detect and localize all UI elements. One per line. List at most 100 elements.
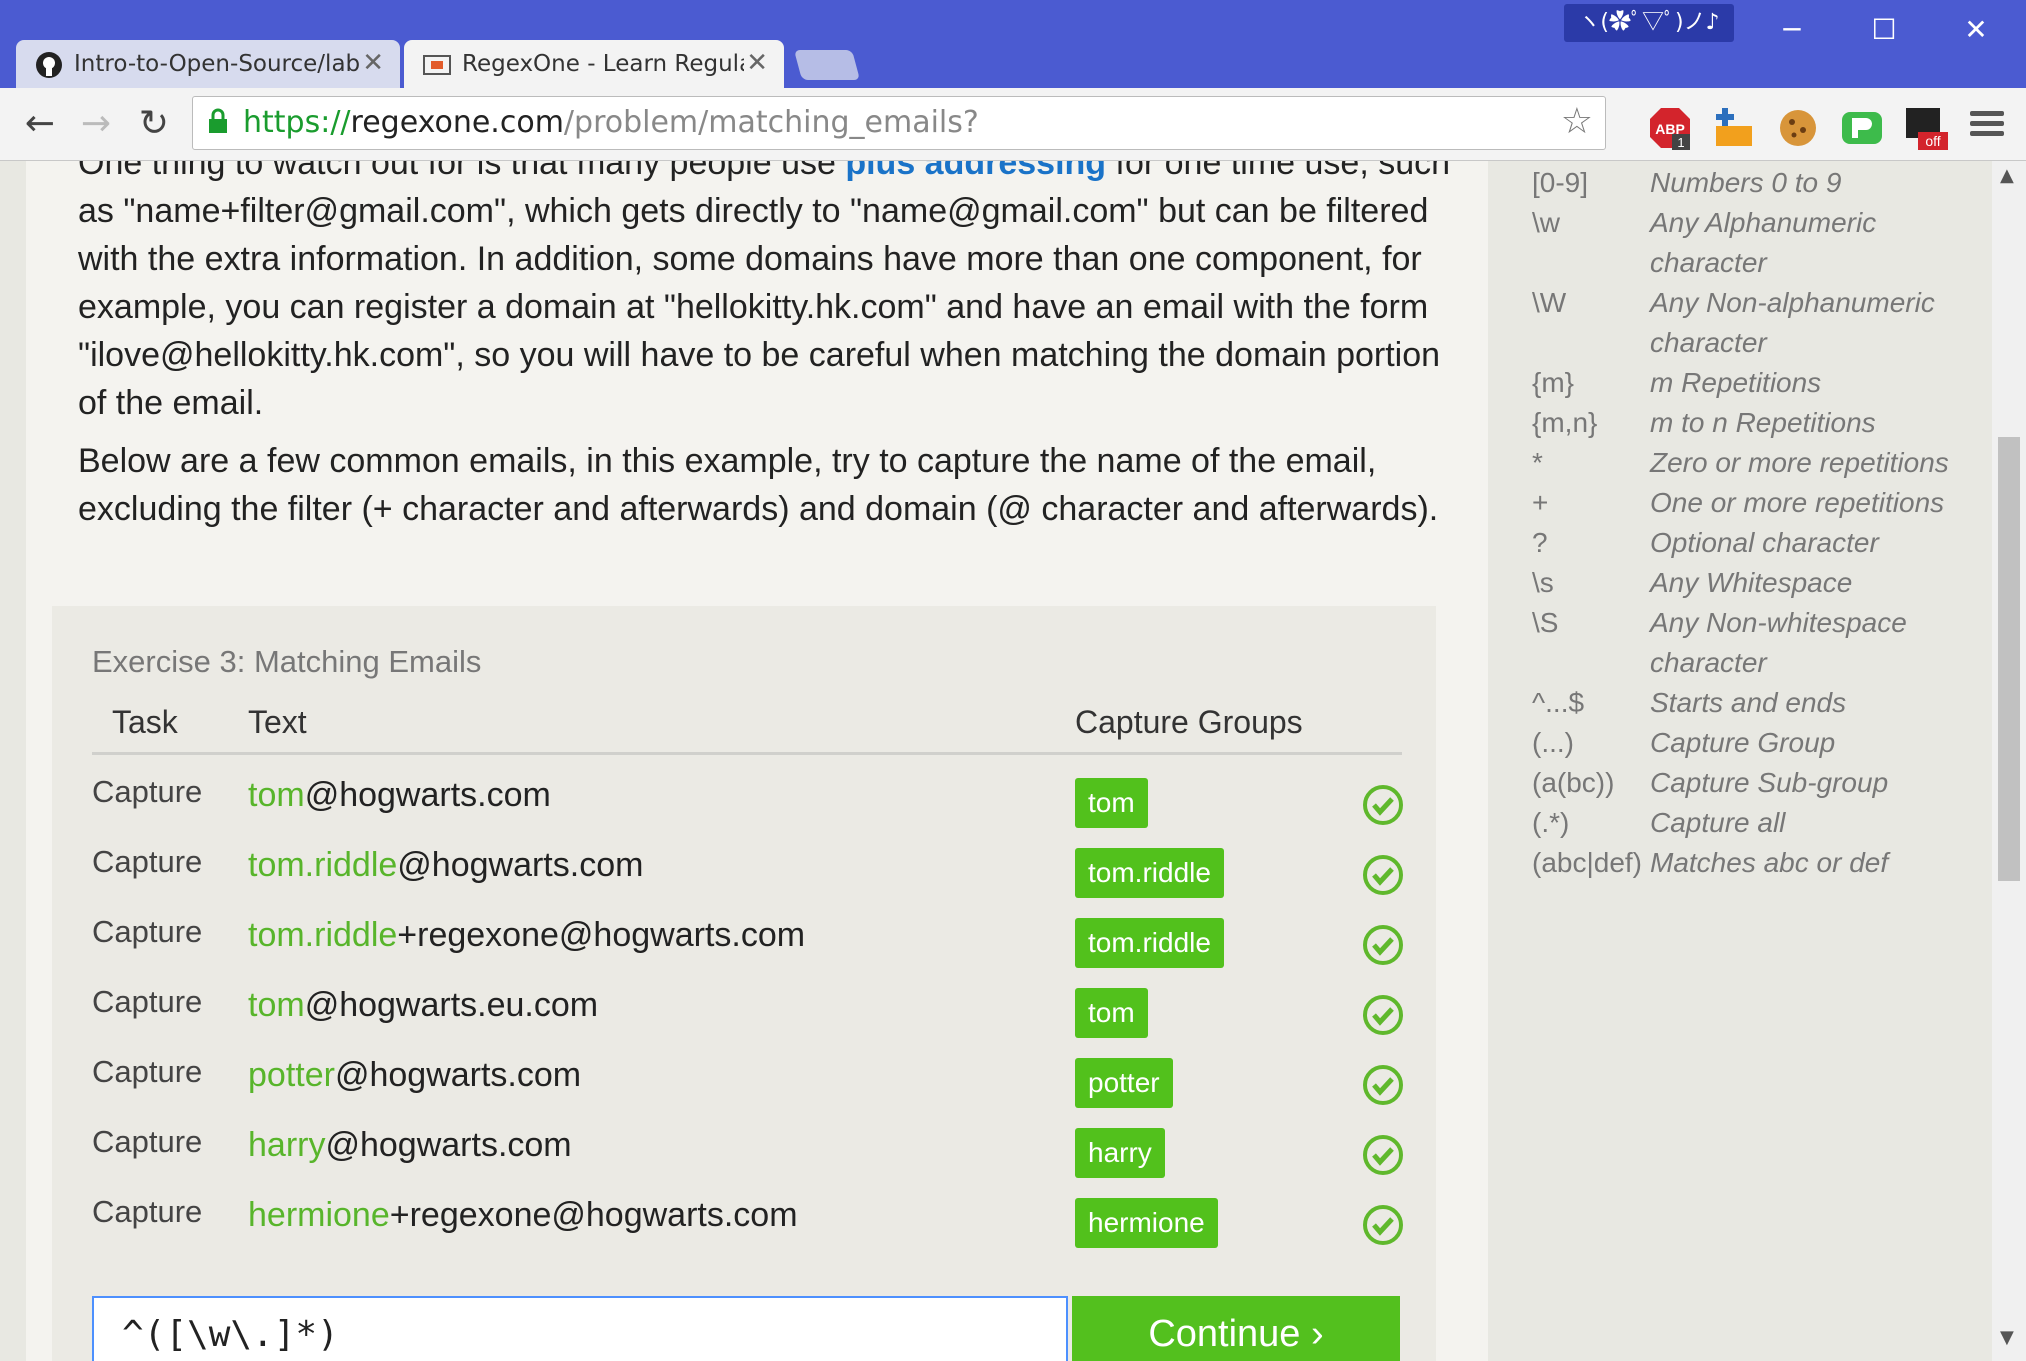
- unmatched-text: +regexone@hogwarts.com: [397, 916, 806, 954]
- cheatsheet-desc: Capture all: [1650, 807, 1786, 838]
- cookie-icon[interactable]: [1776, 106, 1820, 150]
- capture-group-badge: tom: [1075, 778, 1148, 828]
- cheatsheet-key: ^...$: [1532, 687, 1585, 718]
- back-button[interactable]: ←: [18, 102, 62, 146]
- row-text: tom@hogwarts.eu.com: [248, 986, 598, 1025]
- cheatsheet-desc: Matches abc or def: [1650, 847, 1889, 878]
- capture-group-badge: potter: [1075, 1058, 1173, 1108]
- forward-button[interactable]: →: [74, 102, 118, 146]
- new-tab-button[interactable]: [793, 50, 861, 80]
- task-label: Capture: [92, 774, 203, 809]
- minimize-button[interactable]: ─: [1762, 8, 1822, 52]
- exercise-panel: Exercise 3: Matching Emails Task Text Ca…: [52, 606, 1436, 1361]
- lesson-article: One thing to watch out for is that many …: [26, 161, 1488, 1361]
- paragraph-text: One thing to watch out for is that many …: [78, 161, 846, 182]
- task-label: Capture: [92, 1124, 203, 1159]
- task-label: Capture: [92, 1054, 203, 1089]
- scrollbar-thumb[interactable]: [1998, 437, 2020, 881]
- close-tab-icon[interactable]: ✕: [746, 48, 768, 78]
- cheatsheet-desc: Any Non-whitespace character: [1650, 607, 1907, 678]
- adblock-plus-icon[interactable]: ABP 1: [1648, 106, 1692, 150]
- matched-text: hermione: [248, 1196, 390, 1234]
- cheatsheet-desc: m Repetitions: [1650, 367, 1822, 398]
- cheatsheet-desc: One or more repetitions: [1650, 487, 1945, 518]
- matched-text: harry: [248, 1126, 326, 1164]
- tab-regexone[interactable]: RegexOne - Learn Regular ✕: [404, 40, 784, 88]
- matched-text: potter: [248, 1056, 335, 1094]
- capture-group-badge: tom.riddle: [1075, 848, 1224, 898]
- paragraph-text: for one time use, such as "name+filter@g…: [78, 161, 1451, 422]
- header-capture-groups: Capture Groups: [1075, 704, 1303, 740]
- checkmark-icon: [1363, 855, 1403, 895]
- cheatsheet-key: ?: [1532, 527, 1548, 558]
- scroll-up-icon[interactable]: ▲: [2000, 165, 2014, 186]
- matched-text: tom: [248, 986, 305, 1024]
- cheatsheet-desc: Zero or more repetitions: [1650, 447, 1949, 478]
- svg-text:off: off: [1925, 133, 1940, 149]
- close-window-button[interactable]: ✕: [1946, 8, 2006, 52]
- browser-toolbar: ← → ↻ https://regexone.com/problem/match…: [0, 88, 2026, 161]
- cheatsheet-key: (abc|def): [1532, 847, 1642, 878]
- address-bar[interactable]: https://regexone.com/problem/matching_em…: [192, 96, 1606, 150]
- continue-button[interactable]: Continue ›: [1072, 1296, 1400, 1361]
- extension-off-icon[interactable]: off: [1904, 106, 1948, 150]
- github-icon: [36, 52, 62, 78]
- unmatched-text: @hogwarts.com: [304, 776, 551, 814]
- task-label: Capture: [92, 914, 203, 949]
- regex-input[interactable]: [94, 1298, 1054, 1361]
- pushbullet-icon[interactable]: [1840, 106, 1884, 150]
- checkmark-icon: [1363, 995, 1403, 1035]
- profile-button[interactable]: ヽ(✿ﾟ▽ﾟ)ノ♪: [1564, 4, 1734, 42]
- cheatsheet-desc: Any Non-alphanumeric character: [1650, 287, 1935, 358]
- regex-answer-field[interactable]: [92, 1296, 1068, 1361]
- bookmark-star-icon[interactable]: ☆: [1561, 101, 1593, 142]
- checkmark-icon: [1363, 925, 1403, 965]
- task-label: Capture: [92, 844, 203, 879]
- extension-add-icon[interactable]: [1712, 106, 1756, 150]
- capture-group-badge: tom: [1075, 988, 1148, 1038]
- url-protocol: https://: [243, 105, 351, 140]
- cheatsheet-key: {m}: [1532, 367, 1575, 398]
- header-divider: [92, 752, 1402, 755]
- lock-icon: [209, 108, 227, 133]
- tab-title: Intro-to-Open-Source/lab: [74, 51, 360, 77]
- maximize-button[interactable]: ☐: [1854, 8, 1914, 52]
- checkmark-icon: [1363, 1135, 1403, 1175]
- cheatsheet-key: [0-9]: [1532, 167, 1589, 198]
- cheatsheet-key: \s: [1532, 567, 1554, 598]
- row-text: tom.riddle+regexone@hogwarts.com: [248, 916, 805, 955]
- url-path: /problem/matching_emails?: [563, 105, 979, 140]
- scroll-down-icon[interactable]: ▼: [2000, 1327, 2014, 1348]
- browser-window: ヽ(✿ﾟ▽ﾟ)ノ♪ ─ ☐ ✕ Intro-to-Open-Source/lab…: [0, 0, 2026, 1361]
- table-row: Capture tom@hogwarts.eu.com tom: [52, 976, 1436, 1046]
- cheatsheet-desc: Optional character: [1650, 527, 1879, 558]
- checkmark-icon: [1363, 785, 1403, 825]
- vertical-scrollbar[interactable]: ▲ ▼: [1992, 161, 2026, 1361]
- svg-text:1: 1: [1677, 135, 1684, 150]
- paragraph-instructions: Below are a few common emails, in this e…: [78, 442, 1439, 528]
- header-text: Text: [248, 704, 307, 740]
- table-row: Capture tom.riddle@hogwarts.com tom.ridd…: [52, 836, 1436, 906]
- close-tab-icon[interactable]: ✕: [362, 48, 384, 78]
- table-row: Capture potter@hogwarts.com potter: [52, 1046, 1436, 1116]
- cheatsheet-key: (...): [1532, 727, 1574, 758]
- paragraph-plus-addressing: One thing to watch out for is that many …: [78, 161, 1458, 427]
- menu-icon[interactable]: [1970, 106, 2004, 142]
- url-text: https://regexone.com/problem/matching_em…: [243, 105, 979, 140]
- tab-title: RegexOne - Learn Regular: [462, 51, 744, 77]
- cheatsheet-desc: Capture Group: [1650, 727, 1836, 758]
- task-label: Capture: [92, 1194, 203, 1229]
- capture-group-badge: hermione: [1075, 1198, 1218, 1248]
- cheatsheet-desc: Numbers 0 to 9: [1650, 167, 1842, 198]
- table-row: Capture hermione+regexone@hogwarts.com h…: [52, 1186, 1436, 1256]
- cheatsheet-desc: Capture Sub-group: [1650, 767, 1889, 798]
- cheatsheet-key: *: [1532, 447, 1543, 478]
- reload-button[interactable]: ↻: [132, 102, 176, 146]
- plus-addressing-link[interactable]: plus addressing: [845, 161, 1106, 182]
- table-row: Capture tom@hogwarts.com tom: [52, 766, 1436, 836]
- row-text: tom.riddle@hogwarts.com: [248, 846, 643, 885]
- checkmark-icon: [1363, 1065, 1403, 1105]
- tab-github[interactable]: Intro-to-Open-Source/lab ✕: [16, 40, 400, 88]
- capture-group-badge: tom.riddle: [1075, 918, 1224, 968]
- row-text: harry@hogwarts.com: [248, 1126, 572, 1165]
